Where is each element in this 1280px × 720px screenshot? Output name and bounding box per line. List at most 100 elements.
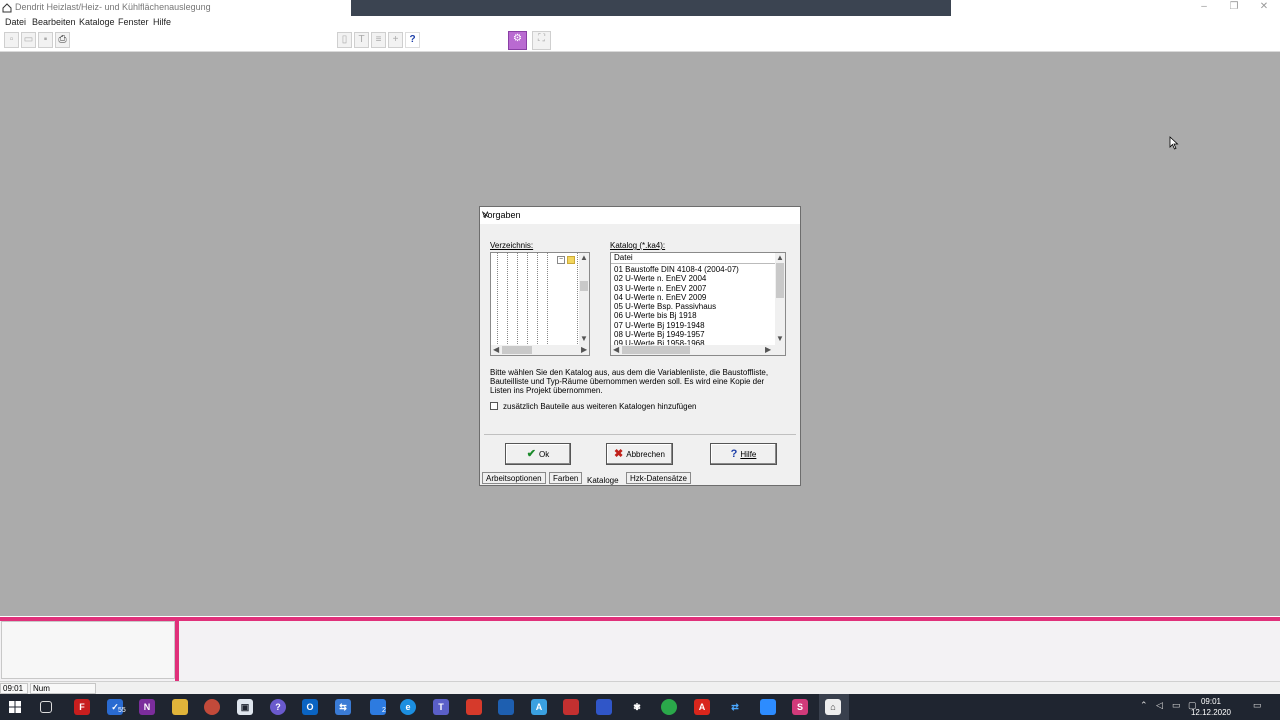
catalog-item[interactable]: 05 U-Werte Bsp. Passivhaus (614, 302, 774, 311)
app-window-icon[interactable] (498, 699, 514, 715)
title-bar: Dendrit Heizlast/Heiz- und Kühlflächenau… (0, 0, 1280, 18)
heating-tool-icon[interactable]: ⚙ (508, 31, 527, 50)
binoculars-icon[interactable]: ⛶ (532, 31, 551, 50)
app-swirl-icon[interactable]: ✾ (629, 699, 645, 715)
app-red-round-icon[interactable] (204, 699, 220, 715)
vorgaben-dialog: Vorgaben ✕ Verzeichnis: Katalog (*.ka4):… (479, 206, 801, 486)
app-blue-a-icon[interactable]: A (531, 699, 547, 715)
app-network-icon[interactable]: ⇆ (335, 699, 351, 715)
catalog-item[interactable]: 04 U-Werte n. EnEV 2009 (614, 293, 774, 302)
catalog-list[interactable]: Datei 01 Baustoffe DIN 4108-4 (2004-07) 0… (610, 252, 786, 356)
lower-panel (0, 621, 1280, 681)
catalog-item[interactable]: 03 U-Werte n. EnEV 2007 (614, 284, 774, 293)
print-icon[interactable]: ⎙ (55, 32, 70, 48)
dialog-close-icon[interactable]: ✕ (482, 210, 796, 221)
panel-splitter[interactable] (175, 621, 179, 681)
scroll-up-icon[interactable]: ▲ (776, 254, 784, 262)
directory-vscroll[interactable]: ▲ ▼ (579, 253, 589, 345)
action-center-icon[interactable]: ▭ (1253, 700, 1262, 711)
menu-bearbeiten[interactable]: Bearbeiten (32, 17, 76, 27)
catalog-hscroll[interactable]: ◀ ▶ (611, 345, 785, 355)
dendrit-app-icon[interactable]: ⌂ (825, 699, 841, 715)
folder-icon (567, 256, 575, 264)
maximize-button[interactable]: ❐ (1218, 0, 1250, 14)
app-s-icon[interactable]: S (792, 699, 808, 715)
volume-icon[interactable]: ◁ (1156, 700, 1163, 711)
tab-kataloge[interactable]: Kataloge (583, 474, 623, 486)
edge-icon[interactable]: e (400, 699, 416, 715)
catalog-item[interactable]: 02 U-Werte n. EnEV 2004 (614, 274, 774, 283)
new-file-icon[interactable]: ▫ (4, 32, 19, 48)
status-num: Num (30, 683, 96, 694)
save-icon[interactable]: ▪ (38, 32, 53, 48)
additional-parts-checkbox[interactable] (490, 402, 498, 410)
catalog-item[interactable]: 07 U-Werte Bj 1919-1948 (614, 321, 774, 330)
directory-tree[interactable]: − De ▲ ▼ ◀ ▶ (490, 252, 590, 356)
tab-arbeitsoptionen[interactable]: Arbeitsoptionen (482, 472, 546, 484)
file-explorer-icon[interactable] (172, 699, 188, 715)
menu-kataloge[interactable]: Kataloge (79, 17, 115, 27)
task-view-icon[interactable] (40, 701, 52, 713)
directory-hscroll[interactable]: ◀ ▶ (491, 345, 589, 355)
tool-list-icon[interactable]: ≡ (371, 32, 386, 48)
tool-text-icon[interactable]: T (354, 32, 369, 48)
filezilla-icon[interactable]: F (74, 699, 90, 715)
scroll-right-icon[interactable]: ▶ (765, 346, 771, 354)
minimize-button[interactable]: – (1188, 0, 1220, 14)
onenote-icon[interactable]: N (139, 699, 155, 715)
scroll-right-icon[interactable]: ▶ (581, 346, 587, 354)
scroll-thumb[interactable] (580, 281, 588, 291)
app-purple-icon[interactable]: ? (270, 699, 286, 715)
app-calendar-icon[interactable] (596, 699, 612, 715)
scroll-down-icon[interactable]: ▼ (580, 335, 588, 343)
app-green-icon[interactable] (661, 699, 677, 715)
tool-grid-icon[interactable]: + (388, 32, 403, 48)
menu-datei[interactable]: Datei (5, 17, 26, 27)
scroll-left-icon[interactable]: ◀ (493, 346, 499, 354)
toolbar: ▫ ▭ ▪ ⎙ ▯ T ≡ + ? ⚙ ⛶ (0, 30, 1280, 52)
catalog-vscroll[interactable]: ▲ ▼ (775, 253, 785, 345)
screen-app-icon[interactable]: ▣ (237, 699, 253, 715)
scroll-left-icon[interactable]: ◀ (613, 346, 619, 354)
app-tool-icon[interactable] (563, 699, 579, 715)
scroll-thumb[interactable] (622, 346, 690, 354)
menu-hilfe[interactable]: Hilfe (153, 17, 171, 27)
question-icon: ? (730, 448, 738, 460)
windows-start-icon[interactable] (9, 701, 21, 713)
tray-chevron-icon[interactable]: ⌃ (1140, 700, 1148, 711)
tab-hzk-datensaetze[interactable]: Hzk-Datensätze (626, 472, 691, 484)
close-window-button[interactable]: ✕ (1248, 0, 1280, 14)
additional-parts-label: zusätzlich Bauteile aus weiteren Katalog… (503, 402, 697, 411)
clock-date: 12.12.2020 (1190, 708, 1232, 717)
zoom-icon[interactable] (760, 699, 776, 715)
scroll-thumb[interactable] (502, 346, 532, 354)
ok-button[interactable]: ✔ Ok (505, 443, 571, 465)
taskbar-clock[interactable]: 09:01 12.12.2020 (1186, 696, 1236, 718)
catalog-item[interactable]: 01 Baustoffe DIN 4108-4 (2004-07) (614, 265, 774, 274)
open-file-icon[interactable]: ▭ (21, 32, 36, 48)
collapse-icon[interactable]: − (557, 256, 565, 264)
tool-room-icon[interactable]: ▯ (337, 32, 352, 48)
tab-farben[interactable]: Farben (549, 472, 583, 484)
scroll-thumb[interactable] (776, 263, 784, 298)
mouse-cursor-icon (1169, 136, 1179, 150)
divider (484, 434, 796, 435)
help-icon[interactable]: ? (405, 32, 420, 48)
network-icon[interactable]: ▭ (1172, 700, 1181, 711)
app-arrows-icon[interactable]: ⇄ (727, 699, 743, 715)
check-icon: ✔ (526, 448, 536, 460)
app-red-icon[interactable] (466, 699, 482, 715)
teams-icon[interactable]: T (433, 699, 449, 715)
taskbar: F ✓ 55 N ▣ ? O ⇆ 2 e T A ✾ A ⇄ S ⌂ ⌃ ◁ ▭… (0, 694, 1280, 720)
help-button[interactable]: ? Hilfe (710, 443, 777, 465)
catalog-column-header[interactable]: Datei (611, 253, 776, 264)
acrobat-icon[interactable]: A (694, 699, 710, 715)
app-house-icon (2, 3, 12, 13)
cancel-button[interactable]: ✖ Abbrechen (606, 443, 673, 465)
catalog-item[interactable]: 08 U-Werte Bj 1949-1957 (614, 330, 774, 339)
scroll-up-icon[interactable]: ▲ (580, 254, 588, 262)
menu-fenster[interactable]: Fenster (118, 17, 149, 27)
outlook-icon[interactable]: O (302, 699, 318, 715)
scroll-down-icon[interactable]: ▼ (776, 335, 784, 343)
catalog-item[interactable]: 06 U-Werte bis Bj 1918 (614, 311, 774, 320)
